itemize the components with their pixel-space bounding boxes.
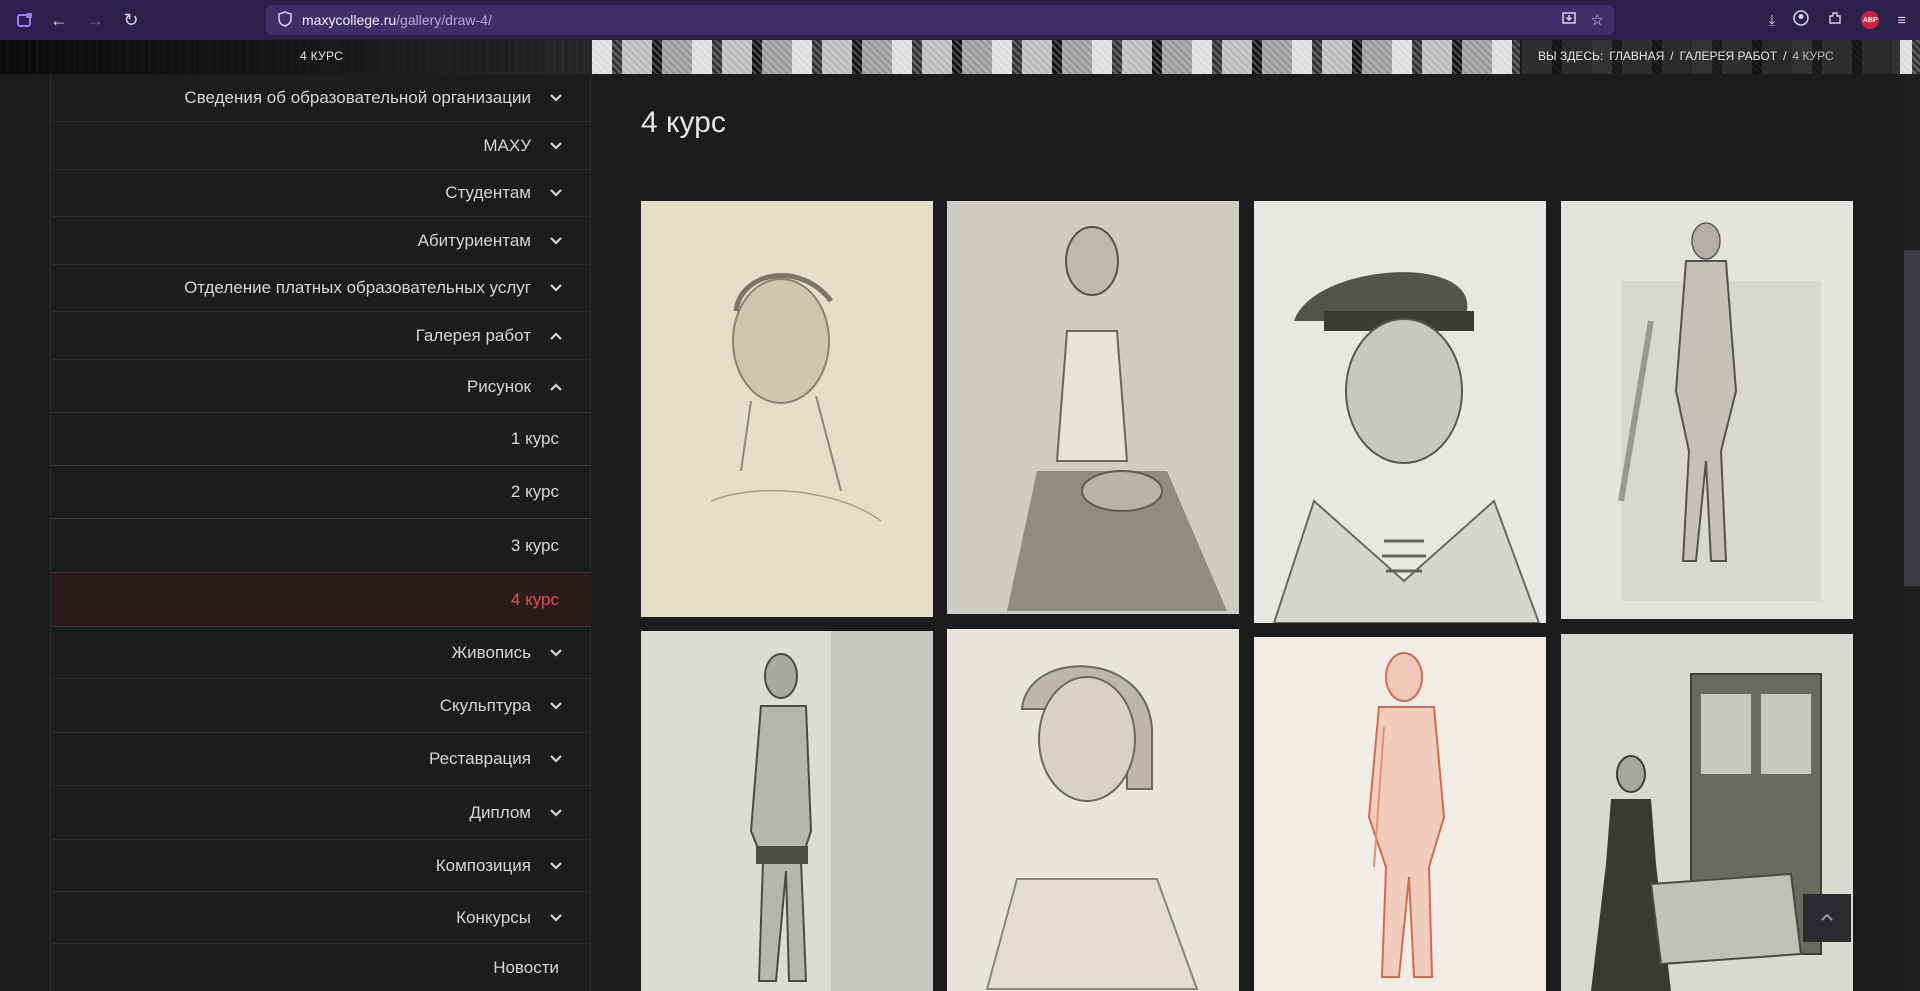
sidebar-item-sculpture[interactable]: Скульптура bbox=[51, 679, 591, 733]
sidebar-item-label: Отделение платных образовательных услуг bbox=[184, 278, 531, 297]
bookmark-star-icon[interactable]: ☆ bbox=[1591, 11, 1604, 29]
menu-icon[interactable]: ≡ bbox=[1897, 12, 1906, 29]
sidebar-item-painting[interactable]: Живопись bbox=[51, 626, 591, 679]
sidebar-item-label: МАХУ bbox=[483, 135, 531, 155]
save-page-icon[interactable] bbox=[1561, 10, 1577, 30]
chevron-down-icon[interactable] bbox=[549, 186, 563, 200]
sidebar-item-label: Абитуриентам bbox=[417, 230, 531, 250]
chevron-up-icon bbox=[1820, 908, 1834, 929]
chevron-up-icon[interactable] bbox=[549, 329, 563, 343]
chevron-down-icon[interactable] bbox=[549, 806, 563, 820]
gallery-image-seated-woman[interactable] bbox=[947, 201, 1239, 614]
url-host: maxycollege.ru bbox=[302, 12, 397, 28]
sidebar-item-organization-info[interactable]: Сведения об образовательной организации bbox=[51, 74, 591, 122]
sidebar-item-drawing[interactable]: Рисунок bbox=[51, 360, 591, 414]
sidebar-subitem-course-3[interactable]: 3 курс bbox=[51, 518, 591, 572]
sidebar-subitem-label: 1 курс bbox=[510, 429, 559, 448]
sidebar-item-diploma[interactable]: Диплом bbox=[51, 786, 591, 840]
chevron-down-icon[interactable] bbox=[549, 234, 563, 248]
sidebar-item-label: Композиция bbox=[435, 855, 531, 875]
chevron-down-icon[interactable] bbox=[549, 699, 563, 713]
shield-icon bbox=[278, 10, 292, 30]
forward-icon[interactable]: → bbox=[80, 5, 110, 35]
chevron-down-icon[interactable] bbox=[549, 646, 563, 660]
sidebar-item-label: Диплом bbox=[469, 802, 531, 822]
downloads-icon[interactable]: ⤓ bbox=[1769, 12, 1776, 29]
url-path: /gallery/draw-4/ bbox=[396, 12, 492, 28]
gallery-image-standing-male-figure[interactable] bbox=[641, 631, 933, 991]
back-icon[interactable]: ← bbox=[44, 5, 74, 35]
adblock-icon[interactable]: ABP bbox=[1861, 11, 1880, 29]
gallery-image-standing-figure-back[interactable] bbox=[1561, 201, 1853, 619]
chevron-down-icon[interactable] bbox=[549, 281, 563, 295]
breadcrumb-prefix: ВЫ ЗДЕСЬ: bbox=[1538, 49, 1604, 63]
account-icon[interactable] bbox=[1793, 10, 1809, 30]
gallery-image-sailor-portrait[interactable] bbox=[1254, 201, 1546, 623]
breadcrumb-separator: / bbox=[1670, 49, 1674, 63]
sidebar-item-label: Скульптура bbox=[439, 695, 531, 715]
sidebar-item-label: Реставрация bbox=[429, 749, 531, 768]
browser-toolbar: ← → ↻ maxycollege.ru/gallery/draw-4/ ☆ ⤓… bbox=[0, 0, 1920, 40]
sidebar-item-news[interactable]: Новости bbox=[51, 944, 591, 991]
sidebar-item-gallery[interactable]: Галерея работ bbox=[51, 312, 591, 360]
gallery-image-woman-portrait[interactable] bbox=[947, 629, 1239, 991]
sidebar-item-paid-services[interactable]: Отделение платных образовательных услуг bbox=[51, 265, 591, 312]
page-banner: 4 КУРС ВЫ ЗДЕСЬ: ГЛАВНАЯ / ГАЛЕРЕЯ РАБОТ… bbox=[0, 40, 1920, 74]
sidebar-nav: Сведения об образовательной организации … bbox=[50, 74, 591, 991]
breadcrumb-current: 4 КУРС bbox=[1792, 49, 1834, 63]
sidebar-item-label: Новости bbox=[493, 957, 559, 977]
sidebar-item-applicants[interactable]: Абитуриентам bbox=[51, 217, 591, 265]
sidebar-item-label: Студентам bbox=[445, 183, 531, 202]
sidebar-item-label: Живопись bbox=[451, 642, 531, 662]
chevron-up-icon[interactable] bbox=[549, 380, 563, 394]
banner-image-dark bbox=[0, 40, 592, 74]
tabs-icon[interactable] bbox=[10, 5, 40, 35]
scrollbar-thumb[interactable] bbox=[1904, 250, 1920, 586]
sidebar-subitem-course-1[interactable]: 1 курс bbox=[51, 412, 591, 465]
chevron-down-icon[interactable] bbox=[549, 911, 563, 925]
url-text: maxycollege.ru/gallery/draw-4/ bbox=[302, 12, 492, 28]
breadcrumb-separator: / bbox=[1783, 49, 1787, 63]
breadcrumb: ВЫ ЗДЕСЬ: ГЛАВНАЯ / ГАЛЕРЕЯ РАБОТ / 4 КУ… bbox=[1538, 49, 1834, 63]
sidebar-subitem-course-2[interactable]: 2 курс bbox=[51, 465, 591, 518]
sidebar-item-composition[interactable]: Композиция bbox=[51, 840, 591, 892]
chevron-down-icon[interactable] bbox=[549, 859, 563, 873]
address-bar[interactable]: maxycollege.ru/gallery/draw-4/ ☆ bbox=[266, 5, 1614, 35]
gallery-image-sanguine-figure[interactable] bbox=[1254, 637, 1546, 991]
page-title: 4 курс bbox=[641, 106, 726, 139]
sidebar-item-contests[interactable]: Конкурсы bbox=[51, 892, 591, 944]
breadcrumb-home-link[interactable]: ГЛАВНАЯ bbox=[1609, 49, 1664, 63]
chevron-down-icon[interactable] bbox=[549, 752, 563, 766]
chevron-down-icon[interactable] bbox=[549, 91, 563, 105]
sidebar-item-students[interactable]: Студентам bbox=[51, 170, 591, 217]
gallery-image-old-man-portrait[interactable] bbox=[641, 201, 933, 617]
sidebar-subitem-label: 3 курс bbox=[510, 535, 559, 555]
sidebar-item-label: Галерея работ bbox=[415, 325, 531, 345]
sidebar-item-label: Сведения об образовательной организации bbox=[184, 87, 531, 107]
breadcrumb-gallery-link[interactable]: ГАЛЕРЕЯ РАБОТ bbox=[1680, 49, 1777, 63]
sidebar-item-label: Конкурсы bbox=[456, 907, 531, 927]
sidebar-subitem-label: 2 курс bbox=[510, 482, 559, 501]
chevron-down-icon[interactable] bbox=[549, 139, 563, 153]
section-title: 4 КУРС bbox=[300, 49, 344, 63]
sidebar-subitem-label: 4 курс bbox=[510, 589, 559, 609]
extensions-icon[interactable] bbox=[1827, 10, 1843, 30]
sidebar-subitem-course-4[interactable]: 4 курс bbox=[51, 572, 591, 626]
sidebar-item-mahu[interactable]: МАХУ bbox=[51, 122, 591, 170]
back-to-top-button[interactable] bbox=[1803, 894, 1851, 942]
reload-icon[interactable]: ↻ bbox=[116, 5, 146, 35]
sidebar-item-restoration[interactable]: Реставрация bbox=[51, 733, 591, 786]
sidebar-item-label: Рисунок bbox=[466, 377, 531, 396]
